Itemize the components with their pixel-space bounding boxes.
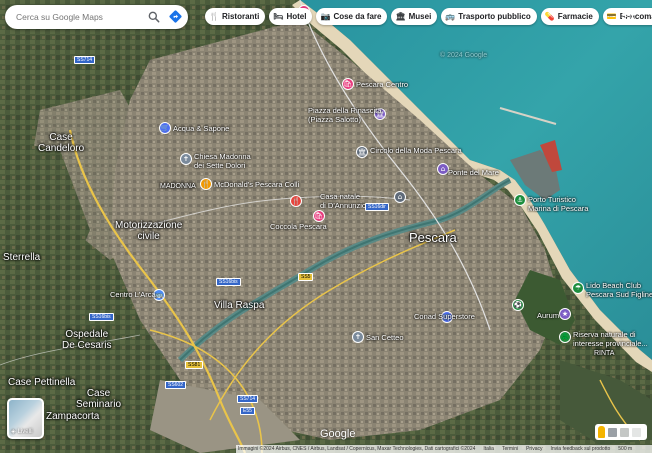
road-shield: SS714 [74,56,96,64]
museum-pin-icon[interactable]: 🏛 [356,146,368,158]
poi-label-piazza-salotto[interactable]: Piazza della Rinascita (Piazza Salotto) [308,106,381,124]
pegman-icon[interactable] [598,426,605,438]
feedback-link[interactable]: Invia feedback sul prodotto [551,446,611,452]
search-icon[interactable] [147,10,161,24]
country-link[interactable]: Italia [483,446,494,452]
layers-icon: ◈ [11,428,16,435]
poi-label-pescara-centro[interactable]: Pescara Centro [356,80,408,89]
road-shield: SS81 [185,361,204,369]
map-copyright-watermark: © 2024 Google [440,52,488,59]
poi-label-circolo-moda[interactable]: Circolo della Moda Pescara [370,146,462,155]
atm-icon: 💳 [606,11,617,21]
globe-toggle-icon[interactable] [608,427,617,437]
hotel-icon: 🛏 [273,11,284,21]
chip-hotels[interactable]: 🛏 Hotel [269,8,313,25]
search-input[interactable] [16,12,136,22]
poi-label-ponte-mare[interactable]: Ponte del Mare [448,168,499,177]
place-label-motorizzazione[interactable]: Motorizzazione civile [115,220,182,242]
place-label-sterrella[interactable]: Sterrella [3,252,40,263]
imagery-credit: Immagini ©2024 Airbus, CNES / Airbus, La… [238,446,476,452]
restaurant-icon: 🍴 [209,11,219,21]
poi-label-riserva[interactable]: Riserva naturale di interesse provincial… [573,330,648,348]
museum-icon: 🏛 [395,11,406,21]
streetview-icon[interactable] [632,427,641,437]
google-logo: Google [320,428,356,440]
place-label-villa-raspa[interactable]: Villa Raspa [214,300,264,311]
chip-things-to-do[interactable]: 📷 Cose da fare [316,8,388,25]
google-apps-icon[interactable] [622,8,634,20]
restaurant-pin-icon[interactable]: 🍴 [200,178,212,190]
scale-bar[interactable]: 500 m [618,446,632,452]
chip-label: Trasporto pubblico [458,12,531,21]
chip-label: Farmacie [557,12,593,21]
chip-restaurants[interactable]: 🍴 Ristoranti [205,8,266,25]
layers-button[interactable]: ◈ Livelli [7,398,44,439]
road-shield: SS602 [165,381,187,389]
search-box[interactable] [5,5,188,29]
layers-label: ◈ Livelli [11,428,33,435]
category-chips: 🍴 Ristoranti 🛏 Hotel 📷 Cose da fare 🏛 Mu… [205,8,652,25]
stadium-pin-icon[interactable]: ⚽ [512,299,524,311]
poi-label-dannunzio[interactable]: Casa natale di D'Annunzio [320,192,366,210]
beach-pin-icon[interactable]: ☂ [572,282,584,294]
chip-label: Musei [408,12,432,21]
poi-label-coccola[interactable]: Coccola Pescara [270,222,327,231]
map-controls[interactable] [595,424,647,440]
camera-icon: 📷 [320,11,331,21]
place-label-case-candeloro[interactable]: Case Candeloro [38,132,84,154]
attribution-bar: Immagini ©2024 Airbus, CNES / Airbus, La… [236,445,652,453]
chip-museums[interactable]: 🏛 Musei [391,8,438,25]
place-label-zampacorta[interactable]: Zampacorta [46,411,99,422]
restaurant-pin-icon[interactable]: 🍴 [290,195,302,207]
chip-label: Hotel [286,12,307,21]
shopping-pin-icon[interactable]: 🛒 [159,122,171,134]
transit-icon: 🚌 [445,11,456,21]
park-pin-icon[interactable]: 🌲 [559,331,571,343]
terms-link[interactable]: Termini [502,446,518,452]
poi-label-san-cetteo[interactable]: San Cetteo [366,333,404,342]
marina-pin-icon[interactable]: ⚓ [514,194,526,206]
map-canvas[interactable]: Pescara Case Candeloro Sterrella Motoriz… [0,0,652,453]
church-pin-icon[interactable]: ✝ [180,153,192,165]
poi-label-aurum[interactable]: Aurum [537,311,559,320]
pharmacy-icon: 💊 [544,11,555,21]
place-label-case-seminario[interactable]: Case Seminario [76,388,121,410]
directions-icon[interactable] [168,9,183,24]
road-shield: SS16dir [365,203,389,211]
road-shield: SS714 [237,395,259,403]
poi-label-lido-beach[interactable]: Lido Beach Club Pescara Sud Figline [586,281,652,299]
place-label-case-pettinella[interactable]: Case Pettinella [8,377,75,388]
road-shield: SS16bis [216,278,241,286]
place-label-madonna[interactable]: MADONNA [160,183,196,191]
privacy-link[interactable]: Privacy [526,446,542,452]
city-label-pescara[interactable]: Pescara [409,231,457,244]
poi-label-centro-arca[interactable]: Centro L'Arca [110,290,156,299]
landmark-pin-icon[interactable]: ⌂ [394,191,406,203]
landmark-pin-icon[interactable]: ★ [559,308,571,320]
chip-pharmacies[interactable]: 💊 Farmacie [540,8,599,25]
poi-label-porto-turistico[interactable]: Porto Turistico Marina di Pescara [528,195,588,213]
poi-label-conad[interactable]: Conad Superstore [414,312,475,321]
place-label-ospedale[interactable]: Ospedale De Cesaris [62,329,111,351]
poi-label-mcdonalds[interactable]: McDonald's Pescara Colli [214,180,299,189]
road-shield: SS16bis [89,313,114,321]
place-of-worship-pin-icon[interactable]: ✝ [352,331,364,343]
shopping-pin-icon[interactable]: 🛍 [342,78,354,90]
road-shield: E55 [240,407,255,415]
shopping-pin-icon[interactable]: 🛍 [313,210,325,222]
place-label-rinta[interactable]: RINTA [594,350,614,358]
chip-label: Cose da fare [333,12,382,21]
chip-label: Ristoranti [221,12,260,21]
map-view-toggle-icon[interactable] [620,427,629,437]
chip-transit[interactable]: 🚌 Trasporto pubblico [441,8,537,25]
road-shield: SS5 [298,273,314,281]
poi-label-chiesa-madonna[interactable]: Chiesa Madonna dei Sette Dolori [194,152,251,170]
poi-label-acqua-sapone[interactable]: Acqua & Sapone [173,124,229,133]
